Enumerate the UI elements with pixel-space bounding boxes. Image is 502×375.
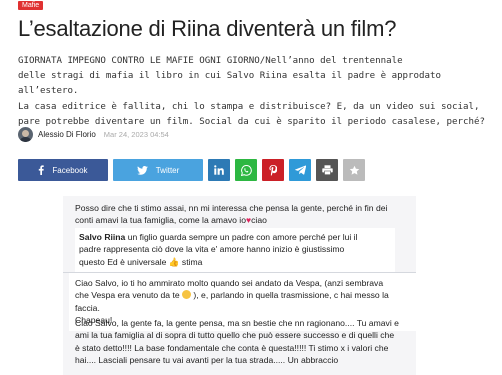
comment-text: che Vespa era venuto da te (75, 290, 180, 301)
star-icon (349, 165, 359, 175)
comment-text: conti amavi la tua famiglia, come la ama… (75, 215, 246, 226)
comment-text: stima (181, 256, 203, 267)
share-linkedin-button[interactable] (208, 159, 230, 181)
comment-text-line: Salvo Riina un figlio guarda sempre un p… (79, 231, 389, 243)
author-avatar[interactable] (18, 126, 33, 142)
twitter-icon (136, 165, 148, 175)
twitter-label: Twitter (155, 165, 180, 175)
print-icon (321, 165, 333, 175)
article-lead: GIORNATA IMPEGNO CONTRO LE MAFIE OGNI GI… (18, 54, 490, 130)
pinterest-icon (269, 164, 277, 176)
comment: Posso dire che ti stimo assai, nn mi int… (75, 202, 410, 227)
facebook-label: Facebook (52, 165, 88, 175)
comment-text-line: hai.... Lasciali pensare tu vai avanti p… (75, 355, 339, 366)
comment-text-line: è stato detto!!!! La base fondamentale c… (75, 342, 389, 353)
linkedin-icon (214, 165, 224, 175)
print-button[interactable] (316, 159, 338, 181)
comment-text: ), e, parlando in quella trasmissione, c… (193, 290, 389, 301)
comment-text-line: conti amavi la tua famiglia, come la ama… (75, 214, 410, 226)
whatsapp-icon (240, 164, 252, 176)
share-pinterest-button[interactable] (262, 159, 284, 181)
comments-screenshot: Posso dire che ti stimo assai, nn mi int… (63, 196, 416, 375)
facebook-icon (39, 165, 45, 175)
comment-text-line: faccia. (75, 302, 100, 313)
share-twitter-button[interactable]: Twitter (113, 159, 203, 181)
smile-emoji-icon (182, 290, 192, 300)
lead-line: GIORNATA IMPEGNO CONTRO LE MAFIE OGNI GI… (18, 56, 403, 66)
favorite-button[interactable] (343, 159, 365, 181)
lead-line: La casa editrice è fallita, chi lo stamp… (18, 101, 480, 112)
comment-text-line: padre rappresenta ciò dove la vita e' am… (79, 244, 345, 255)
comment-text-line: questo Ed è universale 👍 stima (79, 256, 389, 268)
comment-text-line: Ciao Salvo, la gente fa, la gente pensa,… (75, 318, 399, 328)
lead-line: delle stragi di mafia il libro in cui Sa… (18, 71, 442, 97)
comment-text-line: ami la tua famiglia al di sopra di tutto… (75, 330, 395, 341)
share-telegram-button[interactable] (289, 159, 311, 181)
share-bar: Facebook Twitter (18, 159, 365, 181)
comment-text-line: Posso dire che ti stimo assai, nn mi int… (75, 203, 388, 213)
share-facebook-button[interactable]: Facebook (18, 159, 108, 181)
comment: Ciao Salvo, la gente fa, la gente pensa,… (75, 317, 409, 367)
telegram-icon (294, 165, 306, 175)
share-whatsapp-button[interactable] (235, 159, 257, 181)
article-title: L’esaltazione di Riina diventerà un film… (18, 16, 397, 41)
author-meta: Alessio Di Florio Mar 24, 2023 04:54 (18, 126, 169, 142)
comment-text-line: Ciao Salvo, io ti ho ammirato molto quan… (75, 278, 384, 288)
author-name[interactable]: Alessio Di Florio (38, 130, 96, 139)
comment-text: ciao (251, 215, 267, 226)
comment-text: questo Ed è universale (79, 256, 167, 267)
comment-text-line: che Vespa era venuto da te ), e, parland… (75, 289, 410, 301)
category-tag[interactable]: Mafie (18, 1, 44, 10)
comment: Salvo Riina un figlio guarda sempre un p… (75, 228, 395, 273)
comment-text: un figlio guarda sempre un padre con amo… (127, 232, 358, 242)
comment-author[interactable]: Salvo Riina (79, 232, 125, 242)
thumbs-up-icon: 👍 (168, 256, 180, 267)
publish-date: Mar 24, 2023 04:54 (103, 129, 169, 139)
